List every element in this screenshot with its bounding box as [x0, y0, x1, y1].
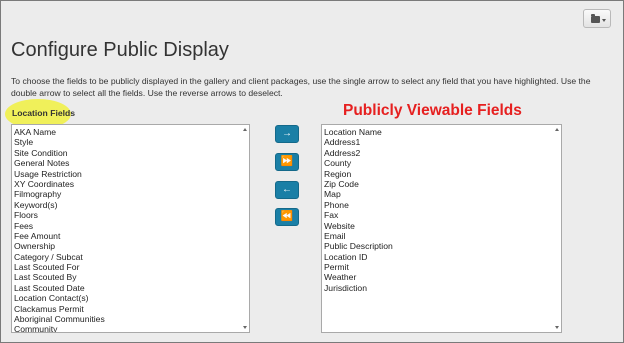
list-item[interactable]: Last Scouted For — [14, 262, 249, 272]
scroll-up-icon[interactable] — [243, 128, 247, 131]
list-item[interactable]: General Notes — [14, 158, 249, 168]
list-item[interactable]: Clackamus Permit — [14, 304, 249, 314]
list-item[interactable]: Fax — [324, 210, 561, 220]
list-item[interactable]: Keyword(s) — [14, 200, 249, 210]
list-item[interactable]: Map — [324, 189, 561, 199]
list-item[interactable]: Fees — [14, 221, 249, 231]
folder-dropdown-button[interactable] — [583, 9, 611, 28]
list-item[interactable]: Usage Restriction — [14, 169, 249, 179]
publicly-viewable-fields-listbox[interactable]: Location Name Address1 Address2 County Regio… — [321, 124, 562, 333]
scroll-down-icon[interactable] — [243, 326, 247, 329]
list-item[interactable]: Filmography — [14, 189, 249, 199]
page-description: To choose the fields to be publicly disp… — [11, 76, 591, 98]
list-item[interactable]: Floors — [14, 210, 249, 220]
list-item[interactable]: Ownership — [14, 241, 249, 251]
list-item[interactable]: Location ID — [324, 252, 561, 262]
list-item[interactable]: Community — [14, 324, 249, 332]
list-item[interactable]: Permit — [324, 262, 561, 272]
caret-down-icon — [602, 19, 606, 22]
list-item[interactable]: Fee Amount — [14, 231, 249, 241]
window-frame: Configure Public Display To choose the f… — [0, 0, 624, 343]
page-title: Configure Public Display — [11, 39, 229, 61]
list-item[interactable]: Category / Subcat — [14, 252, 249, 262]
list-item[interactable]: County — [324, 158, 561, 168]
add-all-button[interactable]: ⏩ — [275, 153, 299, 171]
location-fields-listbox[interactable]: AKA Name Style Site Condition General Notes… — [11, 124, 250, 333]
list-item[interactable]: Address1 — [324, 137, 561, 147]
list-item[interactable]: Zip Code — [324, 179, 561, 189]
list-item[interactable]: Public Description — [324, 241, 561, 251]
remove-selected-button[interactable]: ← — [275, 181, 299, 199]
list-item[interactable]: Jurisdiction — [324, 283, 561, 293]
publicly-viewable-fields-list: Location Name Address1 Address2 County Regio… — [322, 125, 561, 293]
publicly-viewable-fields-title: Publicly Viewable Fields — [343, 102, 522, 119]
scroll-up-icon[interactable] — [555, 128, 559, 131]
list-item[interactable]: AKA Name — [14, 127, 249, 137]
location-fields-label: Location Fields — [12, 108, 76, 118]
location-fields-list: AKA Name Style Site Condition General Notes… — [12, 125, 249, 332]
list-item[interactable]: Weather — [324, 272, 561, 282]
list-item[interactable]: Last Scouted By — [14, 272, 249, 282]
scroll-down-icon[interactable] — [555, 326, 559, 329]
list-item[interactable]: Style — [14, 137, 249, 147]
list-item[interactable]: Location Name — [324, 127, 561, 137]
list-item[interactable]: Last Scouted Date — [14, 283, 249, 293]
list-item[interactable]: Website — [324, 221, 561, 231]
list-item[interactable]: Region — [324, 169, 561, 179]
list-item[interactable]: Site Condition — [14, 148, 249, 158]
list-item[interactable]: Address2 — [324, 148, 561, 158]
list-item[interactable]: Phone — [324, 200, 561, 210]
add-selected-button[interactable]: → — [275, 125, 299, 143]
list-item[interactable]: Email — [324, 231, 561, 241]
list-item[interactable]: Aboriginal Communities — [14, 314, 249, 324]
list-item[interactable]: Location Contact(s) — [14, 293, 249, 303]
list-item[interactable]: XY Coordinates — [14, 179, 249, 189]
folder-icon — [591, 14, 600, 23]
remove-all-button[interactable]: ⏪ — [275, 208, 299, 226]
